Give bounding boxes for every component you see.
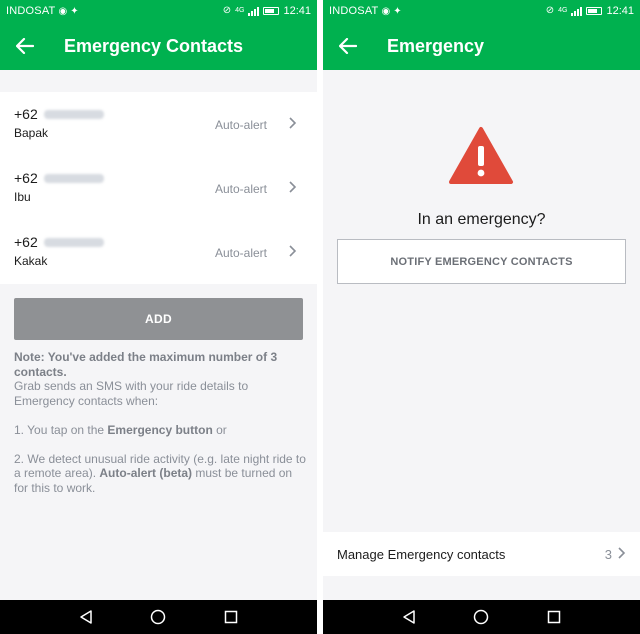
note-point-2: 2. We detect unusual ride activity (e.g.… <box>14 452 306 496</box>
redacted-number <box>43 173 104 183</box>
redacted-number <box>43 237 104 247</box>
triangle-back-icon[interactable] <box>79 609 93 625</box>
notify-emergency-contacts-button[interactable]: NOTIFY EMERGENCY CONTACTS <box>337 239 626 284</box>
page-title: Emergency Contacts <box>64 35 244 56</box>
warning-triangle-icon <box>449 127 513 184</box>
manage-label: Manage Emergency contacts <box>337 546 506 562</box>
contact-row-ibu[interactable]: +62 Ibu Auto-alert <box>0 156 317 220</box>
auto-alert-status: Auto-alert <box>214 246 267 260</box>
signal-icon <box>571 6 583 16</box>
auto-alert-status: Auto-alert <box>214 182 267 196</box>
chevron-right-icon <box>289 244 297 260</box>
app-bar: Emergency Contacts <box>0 22 317 70</box>
signal-icon <box>248 6 260 16</box>
add-contact-button[interactable]: ADD <box>14 298 303 340</box>
note-bold: Auto-alert (beta) <box>99 466 193 480</box>
contacts-note: Note: You've added the maximum number of… <box>14 350 306 510</box>
carrier-label: INDOSAT <box>329 5 379 17</box>
emergency-screen: INDOSAT ◉ ✦ ⊘ 4G 12:41 Emergency In an e… <box>323 0 640 634</box>
mute-icon: ⊘ <box>545 5 555 16</box>
square-recents-icon[interactable] <box>547 610 561 624</box>
contact-name: Bapak <box>14 126 49 140</box>
network-type-label: 4G <box>558 7 568 14</box>
battery-icon <box>263 7 280 15</box>
clock: 12:41 <box>606 5 634 17</box>
note-intro: Grab sends an SMS with your ride details… <box>14 379 249 408</box>
contact-row-bapak[interactable]: +62 Bapak Auto-alert <box>0 92 317 156</box>
auto-alert-status: Auto-alert <box>214 118 267 132</box>
emergency-contacts-screen: INDOSAT ◉ ✦ ⊘ 4G 12:41 Emergency Contact… <box>0 0 317 634</box>
triangle-back-icon[interactable] <box>402 609 416 625</box>
system-nav-bar <box>323 600 640 634</box>
arrow-left-icon <box>16 38 34 54</box>
status-bar: INDOSAT ◉ ✦ ⊘ 4G 12:41 <box>323 0 640 22</box>
network-type-label: 4G <box>235 7 245 14</box>
chevron-right-icon <box>618 546 626 562</box>
clock: 12:41 <box>283 5 311 17</box>
manage-emergency-contacts-row[interactable]: Manage Emergency contacts 3 <box>323 532 640 576</box>
redacted-number <box>43 109 104 119</box>
system-nav-bar <box>0 600 317 634</box>
chevron-right-icon <box>289 116 297 132</box>
contacts-count: 3 <box>604 546 612 562</box>
status-bar: INDOSAT ◉ ✦ ⊘ 4G 12:41 <box>0 0 317 22</box>
whatsapp-icon: ◉ <box>58 5 68 17</box>
arrow-left-icon <box>339 38 357 54</box>
contact-list: +62 Bapak Auto-alert +62 Ibu Auto-alert … <box>0 92 317 284</box>
note-text: 1. You tap on the <box>14 422 108 437</box>
carrier-label: INDOSAT <box>6 5 56 17</box>
back-button[interactable] <box>323 38 373 54</box>
country-code: +62 <box>14 106 38 122</box>
back-button[interactable] <box>0 38 50 54</box>
country-code: +62 <box>14 234 38 250</box>
circle-home-icon[interactable] <box>150 609 166 625</box>
note-text: or <box>212 422 227 437</box>
contact-row-kakak[interactable]: +62 Kakak Auto-alert <box>0 220 317 284</box>
contact-number: +62 <box>14 106 317 122</box>
note-point-1: 1. You tap on the Emergency button or <box>14 423 306 438</box>
contact-number: +62 <box>14 234 317 250</box>
page-title: Emergency <box>387 35 485 56</box>
contact-name: Kakak <box>14 254 48 268</box>
contact-name: Ibu <box>14 190 31 204</box>
chevron-right-icon <box>289 180 297 196</box>
contact-number: +62 <box>14 170 317 186</box>
twitter-icon: ✦ <box>70 5 79 17</box>
twitter-icon: ✦ <box>393 5 402 17</box>
mute-icon: ⊘ <box>222 5 232 16</box>
emergency-question: In an emergency? <box>417 211 546 228</box>
note-bold: Emergency button <box>107 422 213 437</box>
app-bar: Emergency <box>323 22 640 70</box>
whatsapp-icon: ◉ <box>381 5 391 17</box>
square-recents-icon[interactable] <box>224 610 238 624</box>
country-code: +62 <box>14 170 38 186</box>
circle-home-icon[interactable] <box>473 609 489 625</box>
battery-icon <box>586 7 603 15</box>
note-lead: Note: You've added the maximum number of… <box>14 350 278 379</box>
